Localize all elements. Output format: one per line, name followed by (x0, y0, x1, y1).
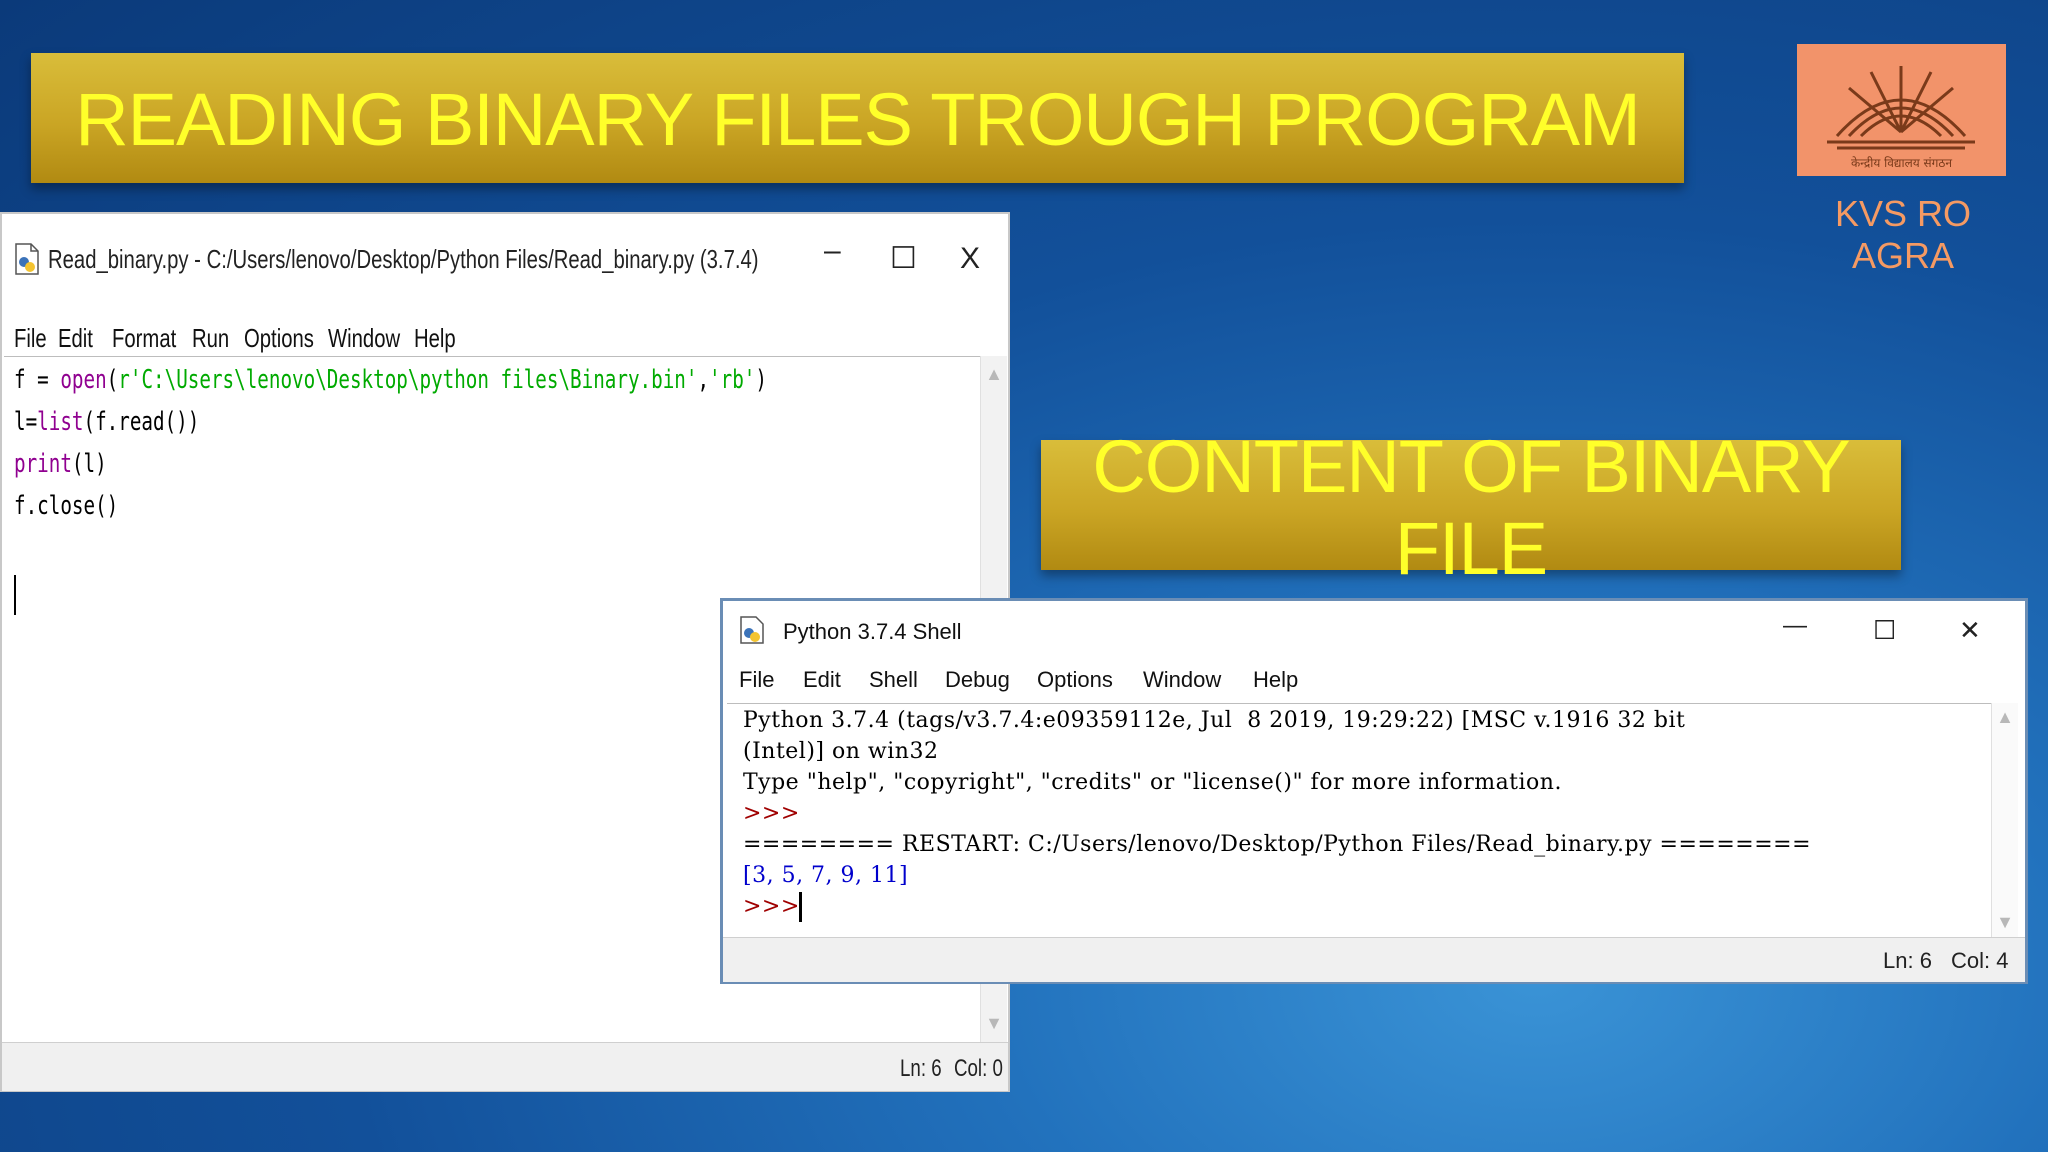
code-line: print(l) (14, 449, 107, 479)
code-token: l= (14, 407, 38, 437)
code-token: f.close() (14, 491, 119, 521)
logo-text: केन्द्रीय विद्यालय संगठन (1850, 156, 1953, 170)
content-banner-text: CONTENT OF BINARY FILE (1092, 425, 1850, 590)
code-token: (l) (71, 449, 107, 479)
shell-status-col: Col: 4 (1951, 948, 2009, 973)
code-token: list (37, 407, 84, 437)
shell-scroll-down-icon[interactable]: ▼ (1992, 912, 2018, 933)
maximize-button[interactable]: ☐ (890, 244, 917, 274)
shell-maximize-button[interactable]: ☐ (1873, 615, 1896, 645)
shell-close-button[interactable]: ✕ (1959, 615, 1981, 645)
python-shell-icon (739, 615, 765, 650)
shell-menu-shell[interactable]: Shell (869, 667, 918, 693)
shell-status-line: Ln: 6 (1883, 948, 1932, 973)
python-file-icon (14, 242, 40, 281)
shell-scroll-up-icon[interactable]: ▲ (1992, 707, 2018, 728)
code-line: l=list(f.read()) (14, 407, 199, 437)
shell-scrollbar[interactable]: ▲ ▼ (1991, 703, 2018, 937)
editor-title: Read_binary.py - C:/Users/lenovo/Desktop… (48, 244, 759, 274)
shell-menu-options[interactable]: Options (1037, 667, 1113, 693)
code-token: r'C:\Users\lenovo\Desktop\python files\B… (118, 365, 698, 395)
shell-output-area[interactable]: Python 3.7.4 (tags/v3.7.4:e09359112e, Ju… (727, 703, 1991, 938)
python-shell-window[interactable]: Python 3.7.4 Shell — ☐ ✕ File Edit Shell De… (720, 598, 2028, 984)
shell-status-bar: Ln: 6 Col: 4 (723, 937, 2025, 982)
code-token: ( (106, 365, 119, 395)
shell-output-line: >>> (743, 801, 800, 826)
shell-output-line: Type "help", "copyright", "credits" or "… (743, 770, 1562, 795)
code-line: f.close() (14, 491, 118, 521)
shell-minimize-button[interactable]: — (1783, 611, 1807, 641)
shell-output-line: [3, 5, 7, 9, 11] (743, 863, 909, 888)
editor-menu-edit[interactable]: Edit (58, 323, 93, 354)
code-token: (f.read()) (83, 407, 200, 437)
minimize-button[interactable]: – (824, 236, 841, 266)
shell-menu-window[interactable]: Window (1143, 667, 1221, 693)
code-line: f = open(r'C:\Users\lenovo\Desktop\pytho… (14, 365, 767, 395)
editor-menu-run[interactable]: Run (192, 323, 229, 354)
shell-menu-edit[interactable]: Edit (803, 667, 841, 693)
scroll-up-icon[interactable]: ▲ (981, 364, 1007, 385)
shell-output-line: >>> (743, 894, 808, 919)
editor-menu-format[interactable]: Format (112, 323, 176, 354)
code-token: f = (14, 365, 61, 395)
shell-output-line: (Intel)] on win32 (743, 739, 939, 764)
kvs-logo: केन्द्रीय विद्यालय संगठन (1797, 44, 2006, 176)
editor-menu-window[interactable]: Window (328, 323, 400, 354)
shell-output-line: Python 3.7.4 (tags/v3.7.4:e09359112e, Ju… (743, 708, 1686, 733)
logo-caption: KVS RO AGRA (1834, 193, 1972, 276)
scroll-down-icon[interactable]: ▼ (981, 1013, 1007, 1034)
editor-menu-file[interactable]: File (14, 323, 47, 354)
editor-title-bar[interactable]: Read_binary.py - C:/Users/lenovo/Desktop… (2, 214, 1008, 312)
shell-menu-help[interactable]: Help (1253, 667, 1298, 693)
close-button[interactable]: X (960, 244, 980, 274)
shell-output-line: ======== RESTART: C:/Users/lenovo/Deskto… (743, 832, 1812, 857)
code-token: print (14, 449, 72, 479)
shell-menu-file[interactable]: File (739, 667, 774, 693)
slide-title-banner: READING BINARY FILES TROUGH PROGRAM (31, 53, 1684, 183)
shell-menu-debug[interactable]: Debug (945, 667, 1010, 693)
code-token: ) (755, 365, 767, 395)
code-token: open (60, 365, 107, 395)
status-col: Col: 0 (954, 1055, 1003, 1082)
shell-menubar: File Edit Shell Debug Options Window Help (723, 663, 2025, 697)
shell-title-bar[interactable]: Python 3.7.4 Shell — ☐ ✕ (723, 601, 2025, 653)
status-line: Ln: 6 (900, 1055, 942, 1082)
content-banner: CONTENT OF BINARY FILE (1041, 426, 1901, 590)
editor-menu-options[interactable]: Options (244, 323, 314, 354)
code-token: , (697, 365, 710, 395)
slide-title: READING BINARY FILES TROUGH PROGRAM (75, 78, 1641, 161)
text-cursor (14, 575, 16, 615)
code-token: 'rb' (709, 365, 756, 395)
editor-menubar: File Edit Format Run Options Window Help (2, 309, 1008, 357)
shell-title: Python 3.7.4 Shell (783, 619, 962, 644)
editor-menu-help[interactable]: Help (414, 323, 456, 354)
editor-status-bar: Ln: 6 Col: 0 (2, 1042, 1008, 1091)
